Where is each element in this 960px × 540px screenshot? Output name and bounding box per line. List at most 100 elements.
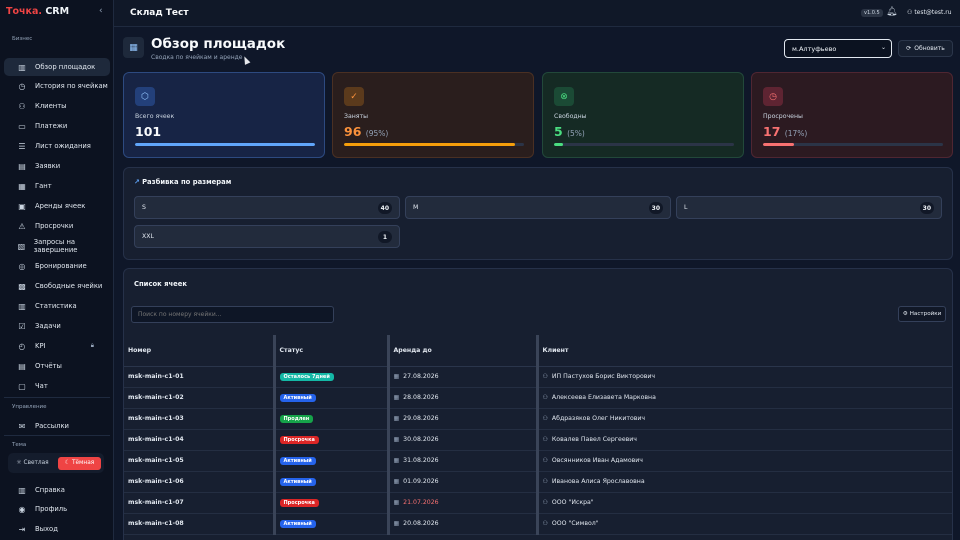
collapse-sidebar-icon[interactable]: ‹: [99, 6, 103, 16]
location-value: м.Алтуфьево: [792, 44, 837, 53]
sidebar-item[interactable]: ⚇ Клиенты: [4, 97, 110, 115]
size-name: M: [413, 204, 419, 211]
size-chip[interactable]: XXL 1: [134, 225, 400, 248]
sidebar-item[interactable]: ▤ Отчёты: [4, 357, 110, 375]
sidebar-item-label: Запросы на завершение: [33, 238, 78, 254]
client-name: Ковалев Павел Сергеевич: [551, 436, 637, 443]
stat-label: Свободны: [554, 113, 587, 120]
sidebar-item[interactable]: ▤ Заявки: [4, 157, 110, 175]
section-label-business: Бизнес: [12, 36, 33, 42]
stat-value: 17 (17%): [763, 124, 807, 139]
cell-client: ⚇ Ковалев Павел Сергеевич: [535, 429, 952, 451]
sidebar-item-label: Бронирование: [35, 262, 87, 270]
table-row[interactable]: msk-main-c1-04 Просрочка ▦ 30.08.2026 ⚇ Ковал…: [124, 429, 952, 451]
sidebar-item[interactable]: ▢ Чат: [4, 377, 110, 395]
sidebar-item[interactable]: ◎ Бронирование: [4, 257, 110, 275]
stat-percent: (17%): [784, 129, 808, 138]
stat-value: 5 (5%): [554, 124, 585, 139]
status-badge: Просрочка: [279, 498, 319, 507]
column-header-client[interactable]: Клиент: [535, 335, 952, 367]
cell-client: ⚇ ИП Пастухов Борис Викторович: [535, 366, 952, 388]
sidebar-item[interactable]: ▦ Гант: [4, 177, 110, 195]
sidebar-item[interactable]: ▭ Платежи: [4, 117, 110, 135]
theme-light-button[interactable]: ☼ Светлая: [11, 457, 54, 470]
client-name: Иванова Алиса Ярославовна: [551, 478, 645, 485]
clock-icon: ◷: [763, 87, 783, 106]
refresh-button[interactable]: ⟳ Обновить: [898, 40, 953, 57]
sidebar-item[interactable]: ▧ Запросы на завершение: [4, 237, 110, 255]
progress-bar: [344, 143, 524, 146]
table-row[interactable]: msk-main-c1-02 Активный ▦ 28.08.2026 ⚇ Алексе…: [124, 387, 952, 409]
sidebar-item[interactable]: ⇥ Выход: [4, 520, 110, 538]
client-name: ООО "Искра": [551, 499, 594, 506]
location-select[interactable]: м.Алтуфьево ⌄: [784, 39, 892, 58]
sidebar-item-label: Отчёты: [35, 362, 62, 370]
user-menu[interactable]: ⚇ test@test.ru: [907, 9, 952, 16]
status-badge: Активный: [279, 519, 316, 528]
theme-light-label: Светлая: [23, 460, 49, 466]
users-icon: ⚇: [18, 101, 26, 111]
warning-icon: ⚠: [18, 221, 26, 231]
help-icon: ▥: [18, 485, 26, 495]
column-header-status[interactable]: Статус: [272, 335, 388, 367]
size-chip[interactable]: S 40: [134, 196, 400, 219]
table-row[interactable]: msk-main-c1-06 Активный ▦ 01.09.2026 ⚇ Иванов…: [124, 471, 952, 493]
cell-status: Активный: [272, 513, 388, 535]
size-name: L: [684, 204, 688, 211]
sidebar-item[interactable]: ▥ Обзор площадок: [4, 58, 110, 76]
cell-client: ⚇ ООО "Искра": [535, 492, 952, 514]
cell-search-input[interactable]: [131, 306, 334, 323]
size-chip[interactable]: L 30: [676, 196, 942, 219]
client-name: ИП Пастухов Борис Викторович: [551, 373, 656, 380]
size-count: 30: [919, 202, 934, 214]
size-chip[interactable]: M 30: [405, 196, 671, 219]
stat-percent: (95%): [365, 129, 389, 138]
stat-label: Всего ячеек: [135, 113, 175, 120]
sidebar-item[interactable]: ◴ KPI 🔒︎: [4, 337, 110, 355]
cell-until: ▦ 28.08.2026: [386, 387, 537, 409]
sidebar-item[interactable]: ▥ Статистика: [4, 297, 110, 315]
cell-client: ⚇ Овсянников Иван Адамович: [535, 450, 952, 472]
sidebar-item[interactable]: ☑ Задачи: [4, 317, 110, 335]
sidebar-item[interactable]: ⚠ Просрочки: [4, 217, 110, 235]
users-icon: ⚇: [542, 499, 548, 506]
cell-status: Активный: [272, 450, 388, 472]
cell-until: ▦ 21.07.2026: [386, 492, 537, 514]
x-circle-icon: ⊗: [554, 87, 574, 106]
column-header-number[interactable]: Номер: [124, 335, 274, 367]
bell-icon[interactable]: 🔔︎: [886, 7, 897, 17]
refresh-label: Обновить: [914, 45, 945, 52]
client-name: Алексеева Елизавета Марковна: [551, 394, 656, 401]
sidebar-item-label: Профиль: [35, 505, 68, 513]
theme-dark-button[interactable]: ☾ Тёмная: [58, 456, 101, 470]
theme-dark-label: Тёмная: [71, 460, 95, 466]
table-row[interactable]: msk-main-c1-05 Активный ▦ 31.08.2026 ⚇ Овсянн…: [124, 450, 952, 472]
clock-icon: ◷: [18, 81, 26, 91]
sidebar-item[interactable]: ▥ Справка: [4, 481, 110, 499]
sidebar-item[interactable]: ☰ Лист ожидания: [4, 137, 110, 155]
stat-number: 96: [344, 124, 362, 139]
brand-logo[interactable]: Точка. CRM: [6, 6, 69, 17]
lock-icon: 🔒︎: [90, 342, 94, 349]
sidebar-item[interactable]: ▣ Аренды ячеек: [4, 197, 110, 215]
column-header-until[interactable]: Аренда до: [386, 335, 537, 367]
table-settings-button[interactable]: ⚙ Настройки: [898, 306, 946, 322]
chat-icon: ▢: [18, 381, 26, 391]
user-email: test@test.ru: [914, 9, 952, 16]
table-row[interactable]: msk-main-c1-03 Продлен ▦ 29.08.2026 ⚇ Абдразя…: [124, 408, 952, 430]
table-row[interactable]: msk-main-c1-08 Активный ▦ 20.08.2026 ⚇ ООО "С…: [124, 513, 952, 535]
table-row[interactable]: msk-main-c1-07 Просрочка ▦ 21.07.2026 ⚇ ООО "…: [124, 492, 952, 514]
sidebar-item[interactable]: ✉ Рассылки: [4, 417, 110, 435]
user-icon: ⚇: [907, 9, 913, 16]
until-date: 28.08.2026: [403, 394, 439, 401]
moon-icon: ☾: [64, 460, 70, 466]
sidebar-item[interactable]: ◉ Профиль: [4, 500, 110, 518]
status-badge: Просрочка: [279, 435, 319, 444]
logout-icon: ⇥: [18, 524, 26, 534]
progress-bar: [554, 143, 734, 146]
sidebar-item[interactable]: ◷ История по ячейкам: [4, 77, 110, 95]
profile-icon: ◉: [18, 504, 26, 514]
table-row[interactable]: msk-main-c1-01 Осталось 7дней ▦ 27.08.2026 ⚇…: [124, 366, 952, 388]
stat-card-occupied: ✓ Заняты 96 (95%): [332, 72, 534, 158]
sidebar-item[interactable]: ▩ Свободные ячейки: [4, 277, 110, 295]
